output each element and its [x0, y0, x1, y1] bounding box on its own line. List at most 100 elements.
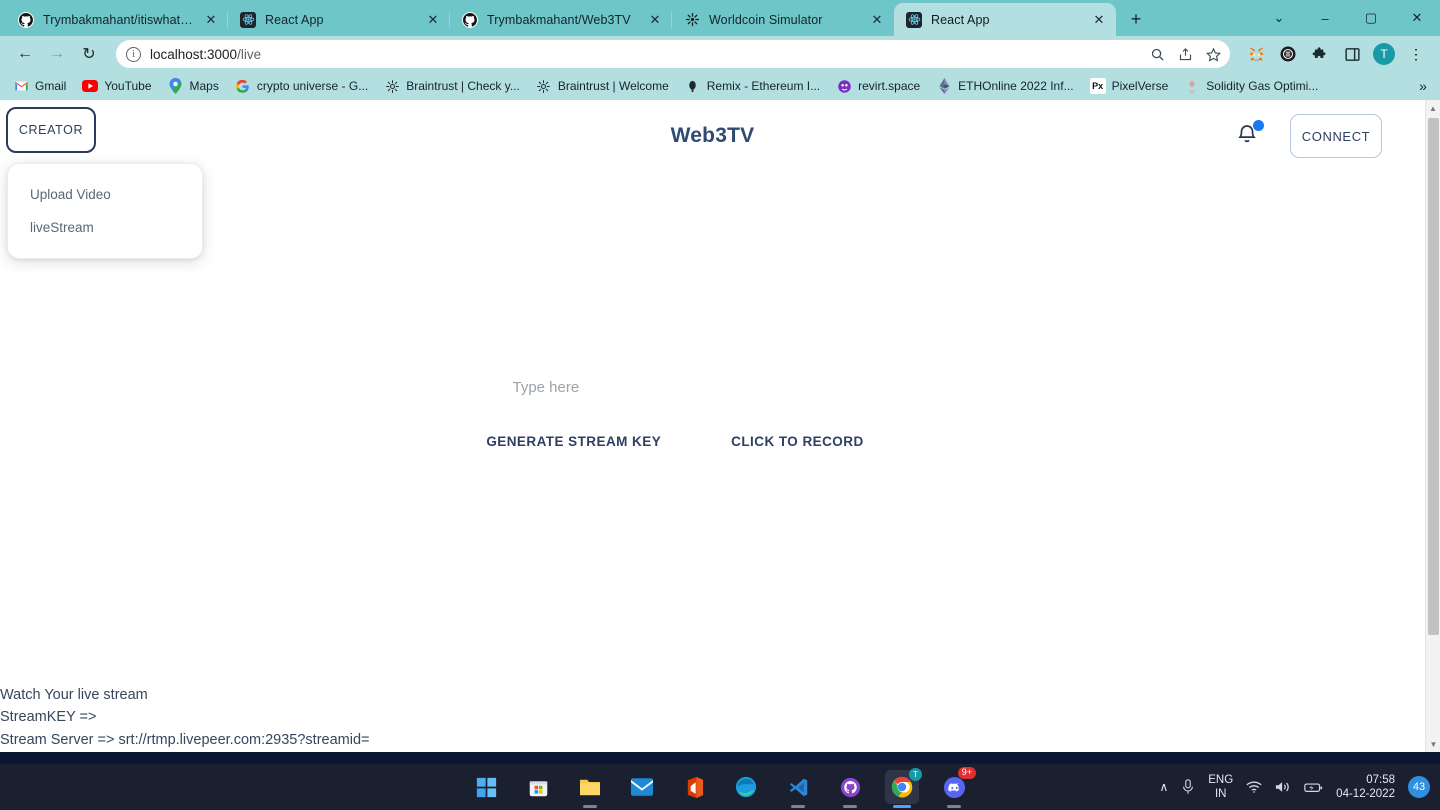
active-indicator [893, 805, 911, 808]
site-info-icon[interactable]: i [126, 46, 141, 62]
pixelverse-icon: Px [1089, 78, 1106, 94]
notification-center-badge[interactable]: 43 [1408, 776, 1430, 798]
click-to-record-button[interactable]: CLICK TO RECORD [723, 428, 872, 455]
bookmark-label: Braintrust | Welcome [557, 79, 669, 93]
page-scrollbar[interactable]: ▲ ▼ [1425, 100, 1440, 752]
bookmark-maps[interactable]: Maps [161, 75, 226, 97]
bookmark-remix[interactable]: Remix - Ethereum I... [678, 75, 827, 97]
menu-item-livestream[interactable]: liveStream [8, 211, 202, 244]
extensions-puzzle-icon[interactable] [1306, 40, 1334, 68]
maximize-button[interactable]: ▢ [1348, 2, 1394, 35]
mail-icon[interactable] [625, 770, 659, 804]
bookmark-pixelverse[interactable]: Px PixelVerse [1083, 75, 1176, 97]
connect-wallet-button[interactable]: CONNECT [1290, 114, 1382, 158]
tab-search-icon[interactable]: ⌄ [1256, 2, 1302, 35]
share-icon[interactable] [1172, 42, 1198, 66]
close-icon[interactable]: ✕ [424, 11, 442, 29]
scroll-up-arrow-icon[interactable]: ▲ [1426, 100, 1440, 116]
close-window-button[interactable]: ✕ [1394, 2, 1440, 35]
browser-tab-2[interactable]: Trymbakmahant/Web3TV ✕ [449, 3, 672, 36]
app-header: CREATOR Web3TV CONNECT [0, 100, 1425, 168]
discord-icon[interactable]: 9+ [937, 767, 976, 808]
solidity-icon [1184, 78, 1200, 94]
back-icon[interactable]: ← [10, 39, 40, 69]
metamask-icon[interactable] [1242, 40, 1270, 68]
browser-tab-title: Trymbakmahant/Web3TV [487, 12, 631, 27]
scroll-down-arrow-icon[interactable]: ▼ [1426, 736, 1440, 752]
minimize-button[interactable]: – [1302, 2, 1348, 35]
browser-tab-0[interactable]: Trymbakmahant/itiswhatitis ✕ [6, 3, 228, 36]
notifications-button[interactable] [1235, 120, 1264, 150]
stream-name-input[interactable] [512, 375, 733, 400]
livestream-panel: GENERATE STREAM KEY CLICK TO RECORD [0, 375, 1425, 455]
volume-icon[interactable] [1275, 780, 1291, 794]
stream-info-block: Watch Your live stream StreamKEY => Stre… [0, 684, 370, 753]
forward-icon[interactable]: → [42, 39, 72, 69]
maps-icon [168, 78, 184, 94]
web3tv-app: CREATOR Web3TV CONNECT Upload Video live… [0, 100, 1425, 752]
bookmark-braintrust-check[interactable]: Braintrust | Check y... [377, 75, 527, 97]
bookmark-braintrust-welcome[interactable]: Braintrust | Welcome [529, 75, 676, 97]
bookmarks-overflow-icon[interactable]: » [1412, 75, 1434, 97]
bookmark-ethonline[interactable]: ETHOnline 2022 Inf... [929, 75, 1080, 97]
close-icon[interactable]: ✕ [868, 11, 886, 29]
file-explorer-icon[interactable] [573, 770, 607, 808]
bookmark-label: PixelVerse [1111, 79, 1169, 93]
bookmark-youtube[interactable]: YouTube [75, 75, 158, 97]
menu-item-upload-video[interactable]: Upload Video [8, 178, 202, 211]
browser-menu-icon[interactable]: ⋮ [1402, 40, 1430, 68]
revirt-icon [836, 78, 852, 94]
wifi-icon[interactable] [1246, 780, 1262, 794]
language-indicator[interactable]: ENG IN [1208, 773, 1233, 801]
browser-tab-title: Trymbakmahant/itiswhatitis [43, 12, 193, 27]
browser-tab-3[interactable]: Worldcoin Simulator ✕ [671, 3, 894, 36]
reload-icon[interactable]: ↻ [74, 39, 104, 69]
clock-time: 07:58 [1366, 774, 1395, 786]
side-panel-icon[interactable] [1338, 40, 1366, 68]
close-icon[interactable]: ✕ [202, 11, 220, 29]
running-indicator [583, 805, 597, 808]
close-icon[interactable]: ✕ [646, 11, 664, 29]
google-chrome-icon[interactable]: T [885, 768, 922, 808]
browser-tab-1[interactable]: React App ✕ [227, 3, 450, 36]
bookmark-label: revirt.space [858, 79, 921, 93]
bookmark-gmail[interactable]: Gmail [6, 75, 73, 97]
clock[interactable]: 07:58 04-12-2022 [1336, 773, 1395, 801]
address-bar[interactable]: i localhost:3000/live [116, 40, 1230, 68]
search-icon[interactable] [1144, 42, 1170, 66]
tray-overflow-icon[interactable]: ∧ [1159, 780, 1168, 794]
browser-tab-4-active[interactable]: React App ✕ [894, 3, 1116, 36]
new-tab-button[interactable]: + [1122, 5, 1150, 33]
close-icon[interactable]: ✕ [1090, 11, 1108, 29]
bookmark-solidity-gas[interactable]: Solidity Gas Optimi... [1177, 75, 1325, 97]
github-icon [462, 11, 478, 28]
react-icon [906, 11, 922, 28]
microsoft-edge-icon[interactable] [729, 770, 763, 804]
battery-icon[interactable] [1304, 781, 1323, 794]
start-button[interactable] [469, 770, 503, 804]
browser-tab-title: React App [265, 12, 324, 27]
office-icon[interactable] [677, 770, 711, 804]
bookmark-label: crypto universe - G... [256, 79, 369, 93]
microsoft-store-icon[interactable] [521, 770, 555, 804]
creator-dropdown-menu: Upload Video liveStream [7, 163, 203, 259]
scrollbar-thumb[interactable] [1428, 118, 1439, 635]
bookmark-crypto-universe[interactable]: crypto universe - G... [228, 75, 375, 97]
language-primary: ENG [1208, 774, 1234, 786]
bookmark-revirt[interactable]: revirt.space [829, 75, 927, 97]
react-icon [240, 11, 256, 28]
running-indicator [843, 805, 857, 808]
stream-actions: GENERATE STREAM KEY CLICK TO RECORD [478, 428, 871, 455]
avatar: T [1373, 43, 1395, 65]
youtube-icon [82, 78, 99, 94]
github-desktop-icon[interactable] [833, 770, 867, 808]
bookmark-star-icon[interactable] [1200, 42, 1226, 66]
ethereum-icon [936, 78, 952, 94]
generate-stream-key-button[interactable]: GENERATE STREAM KEY [478, 428, 669, 455]
worldcoin-icon[interactable] [1274, 40, 1302, 68]
windows-taskbar: T 9+ ∧ ENG IN 07:58 04-12-2022 43 [0, 764, 1440, 810]
visual-studio-code-icon[interactable] [781, 770, 815, 808]
browser-tab-title: React App [931, 12, 990, 27]
profile-avatar[interactable]: T [1370, 40, 1398, 68]
microphone-icon[interactable] [1181, 779, 1195, 795]
